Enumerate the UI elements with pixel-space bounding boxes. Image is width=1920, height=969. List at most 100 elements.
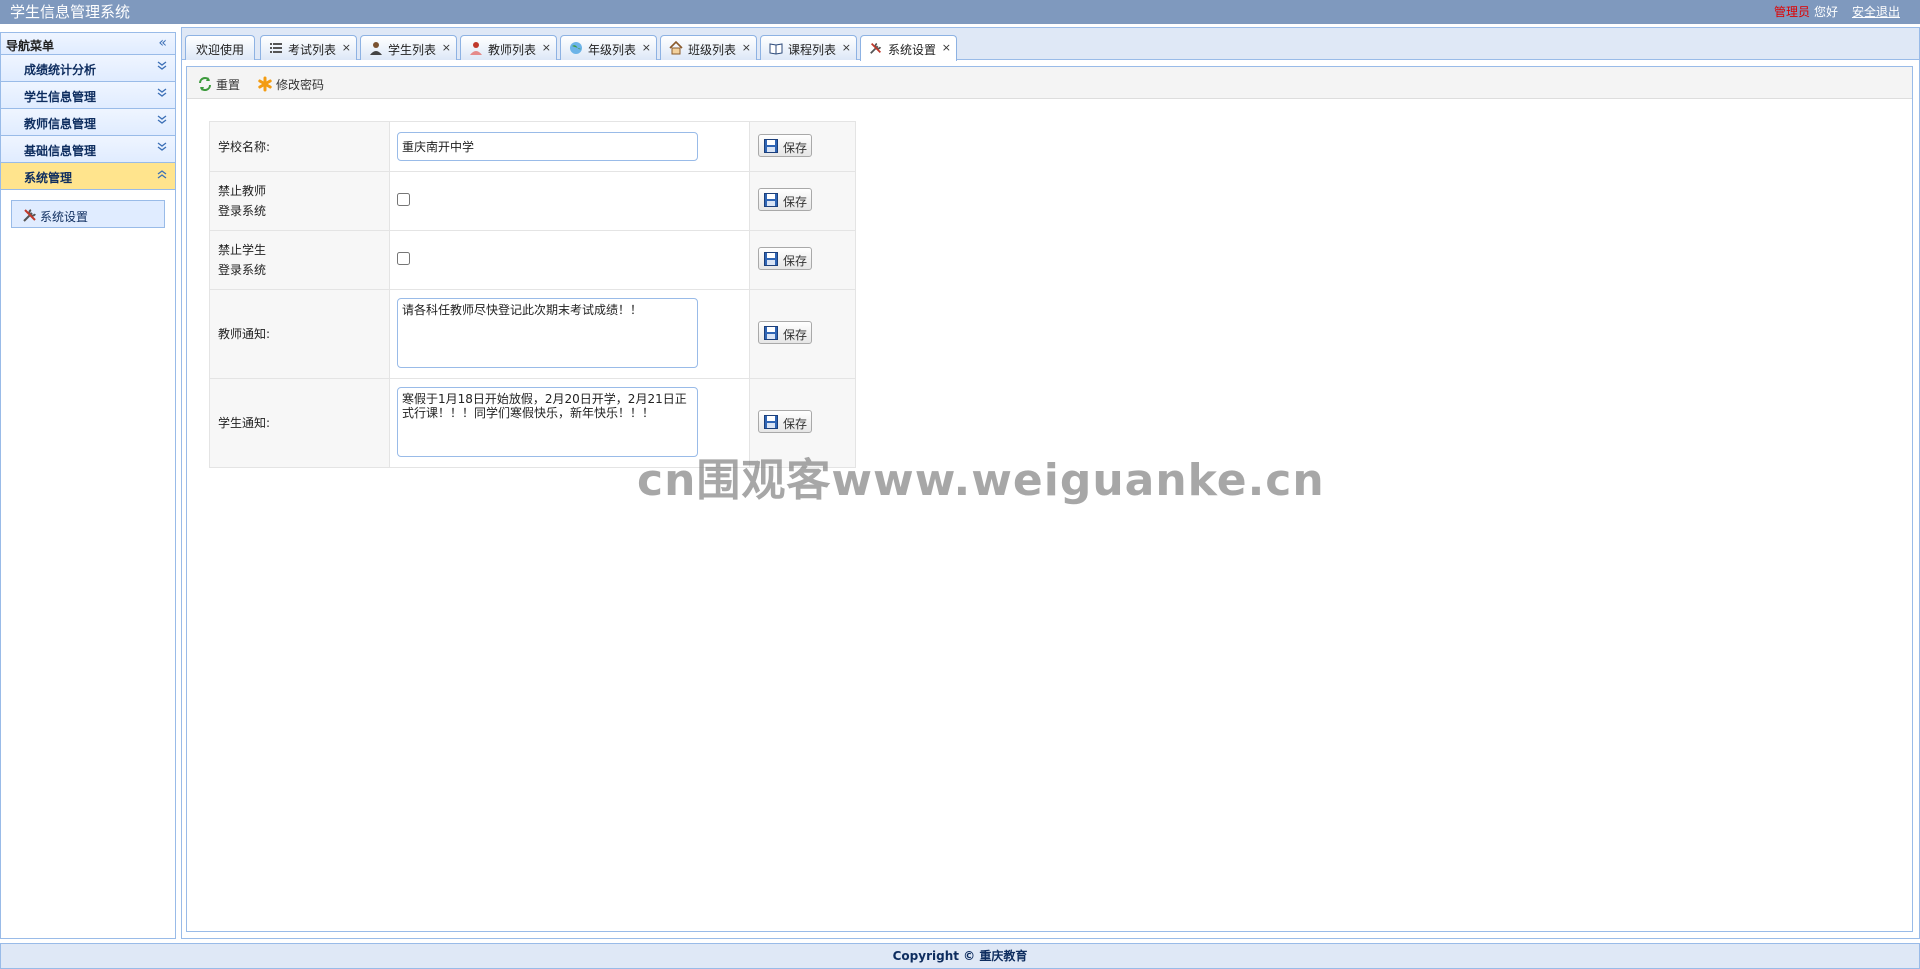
close-icon[interactable]: × [442,41,451,54]
house-icon [669,40,683,55]
form-row-forbid-student: 禁止学生 登录系统 保存 [209,230,856,290]
save-label: 保存 [783,195,808,209]
nav-group-teacher-management[interactable]: 教师信息管理 [1,109,175,136]
floppy-disk-icon [764,193,778,210]
tab-student-list[interactable]: 学生列表 × [360,35,457,60]
app-title: 学生信息管理系统 [10,3,131,21]
forbid-teacher-label-line-2: 登录系统 [218,204,267,218]
save-school-name-button[interactable]: 保存 [758,133,812,157]
floppy-disk-icon [764,252,778,269]
chevron-double-up-icon [155,167,169,181]
globe-icon [569,41,583,55]
student-notice-textarea[interactable]: 寒假于1月18日开始放假，2月20日开学，2月21日正式行课！！！同学们寒假快乐… [397,386,698,457]
nav-group-label: 成绩统计分析 [24,63,97,77]
chevron-double-down-icon [155,86,169,100]
close-icon[interactable]: × [742,41,751,54]
form-row-forbid-teacher: 禁止教师 登录系统 保存 [209,171,856,231]
tab-welcome[interactable]: 欢迎使用 [185,35,255,60]
nav-group-label: 系统管理 [24,171,73,185]
close-icon[interactable]: × [342,41,351,54]
input-cell [389,230,750,290]
close-icon[interactable]: × [942,41,951,54]
teacher-notice-label: 教师通知: [209,289,390,379]
tab-label: 班级列表 [688,43,737,57]
nav-title-bar: 导航菜单 « [1,33,175,55]
nav-group-score-analysis[interactable]: 成绩统计分析 [1,55,175,82]
button-cell: 保存 [749,378,856,468]
teacher-notice-textarea[interactable]: 请各科任教师尽快登记此次期末考试成绩！！ [397,297,698,368]
forbid-student-label-line-2: 登录系统 [218,263,267,277]
tab-class-list[interactable]: 班级列表 × [660,35,757,60]
button-cell: 保存 [749,230,856,290]
teacher-icon [469,41,483,55]
save-forbid-student-button[interactable]: 保存 [758,247,812,270]
save-teacher-notice-button[interactable]: 保存 [758,321,812,344]
button-cell: 保存 [749,289,856,379]
floppy-disk-icon [764,138,778,156]
nav-group-label: 学生信息管理 [24,90,97,104]
forbid-student-label-line-1: 禁止学生 [218,243,267,257]
user-role: 管理员 [1773,5,1810,19]
forbid-student-checkbox[interactable] [397,252,410,265]
logout-link[interactable]: 安全退出 [1852,5,1900,19]
tab-strip: 欢迎使用 考试列表 × 学生列表 × 教师列表 × 年级列表 × 班级列表 × … [182,28,1919,61]
button-cell: 保存 [749,171,856,231]
nav-group-label: 教师信息管理 [24,117,97,131]
tab-teacher-list[interactable]: 教师列表 × [460,35,557,60]
app-header: 学生信息管理系统 管理员 您好 安全退出 [0,0,1920,24]
nav-items: 系统设置 [1,190,175,238]
school-name-label: 学校名称: [209,121,390,172]
tab-label: 课程列表 [788,43,837,57]
reset-button[interactable]: 重置 [197,74,242,94]
collapse-left-icon[interactable]: « [158,35,167,51]
form-row-student-notice: 学生通知: 寒假于1月18日开始放假，2月20日开学，2月21日正式行课！！！同… [209,378,856,468]
tab-label: 年级列表 [588,43,637,57]
close-icon[interactable]: × [642,41,651,54]
user-info: 管理员 您好 安全退出 [1774,4,1900,20]
input-cell: 寒假于1月18日开始放假，2月20日开学，2月21日正式行课！！！同学们寒假快乐… [389,378,750,468]
form-row-teacher-notice: 教师通知: 请各科任教师尽快登记此次期末考试成绩！！ 保存 [209,289,856,379]
nav-group-label: 基础信息管理 [24,144,97,158]
forbid-teacher-label-line-1: 禁止教师 [218,184,267,198]
forbid-student-label: 禁止学生 登录系统 [209,230,390,290]
toolbar: 重置 修改密码 [187,67,1912,99]
close-icon[interactable]: × [842,41,851,54]
chevron-double-down-icon [155,113,169,127]
close-icon[interactable]: × [542,41,551,54]
nav-group-system-management[interactable]: 系统管理 [1,163,175,190]
input-cell [389,121,750,172]
tab-grade-list[interactable]: 年级列表 × [560,35,657,60]
save-label: 保存 [783,328,808,342]
user-greeting: 您好 [1813,5,1838,19]
nav-panel: 导航菜单 « 成绩统计分析 学生信息管理 教师信息管理 基础信息管理 系统管理 [0,32,176,939]
tab-exam-list[interactable]: 考试列表 × [260,35,357,60]
tab-label: 学生列表 [388,43,437,57]
save-label: 保存 [783,417,808,431]
save-student-notice-button[interactable]: 保存 [758,410,812,433]
nav-group-basic-info[interactable]: 基础信息管理 [1,136,175,163]
main-panel: 欢迎使用 考试列表 × 学生列表 × 教师列表 × 年级列表 × 班级列表 × … [181,27,1920,939]
nav-item-system-settings[interactable]: 系统设置 [11,200,165,228]
school-name-input[interactable] [397,132,698,161]
tools-icon [22,207,38,226]
forbid-teacher-checkbox[interactable] [397,193,410,206]
tab-course-list[interactable]: 课程列表 × [760,35,857,60]
refresh-icon [197,76,213,95]
tab-label: 考试列表 [288,43,337,57]
nav-title: 导航菜单 [6,39,55,53]
change-password-label: 修改密码 [276,78,325,92]
tab-system-settings[interactable]: 系统设置 × [860,35,957,61]
save-forbid-teacher-button[interactable]: 保存 [758,188,812,211]
tools-icon [869,41,883,55]
tab-label: 系统设置 [888,43,937,57]
change-password-button[interactable]: 修改密码 [257,74,337,94]
copyright-text: Copyright © 重庆教育 [892,949,1028,963]
chevron-double-down-icon [155,59,169,73]
reset-label: 重置 [216,78,241,92]
nav-group-student-management[interactable]: 学生信息管理 [1,82,175,109]
tab-body: 重置 修改密码 学校名称: 重庆南开中学 保存 禁止教师 登录系统 保存 禁止学… [186,66,1913,932]
settings-form: 学校名称: 保存 禁止教师 登录系统 [209,121,856,468]
floppy-disk-icon [764,326,778,343]
tab-label: 教师列表 [488,43,537,57]
asterisk-icon [257,76,273,95]
